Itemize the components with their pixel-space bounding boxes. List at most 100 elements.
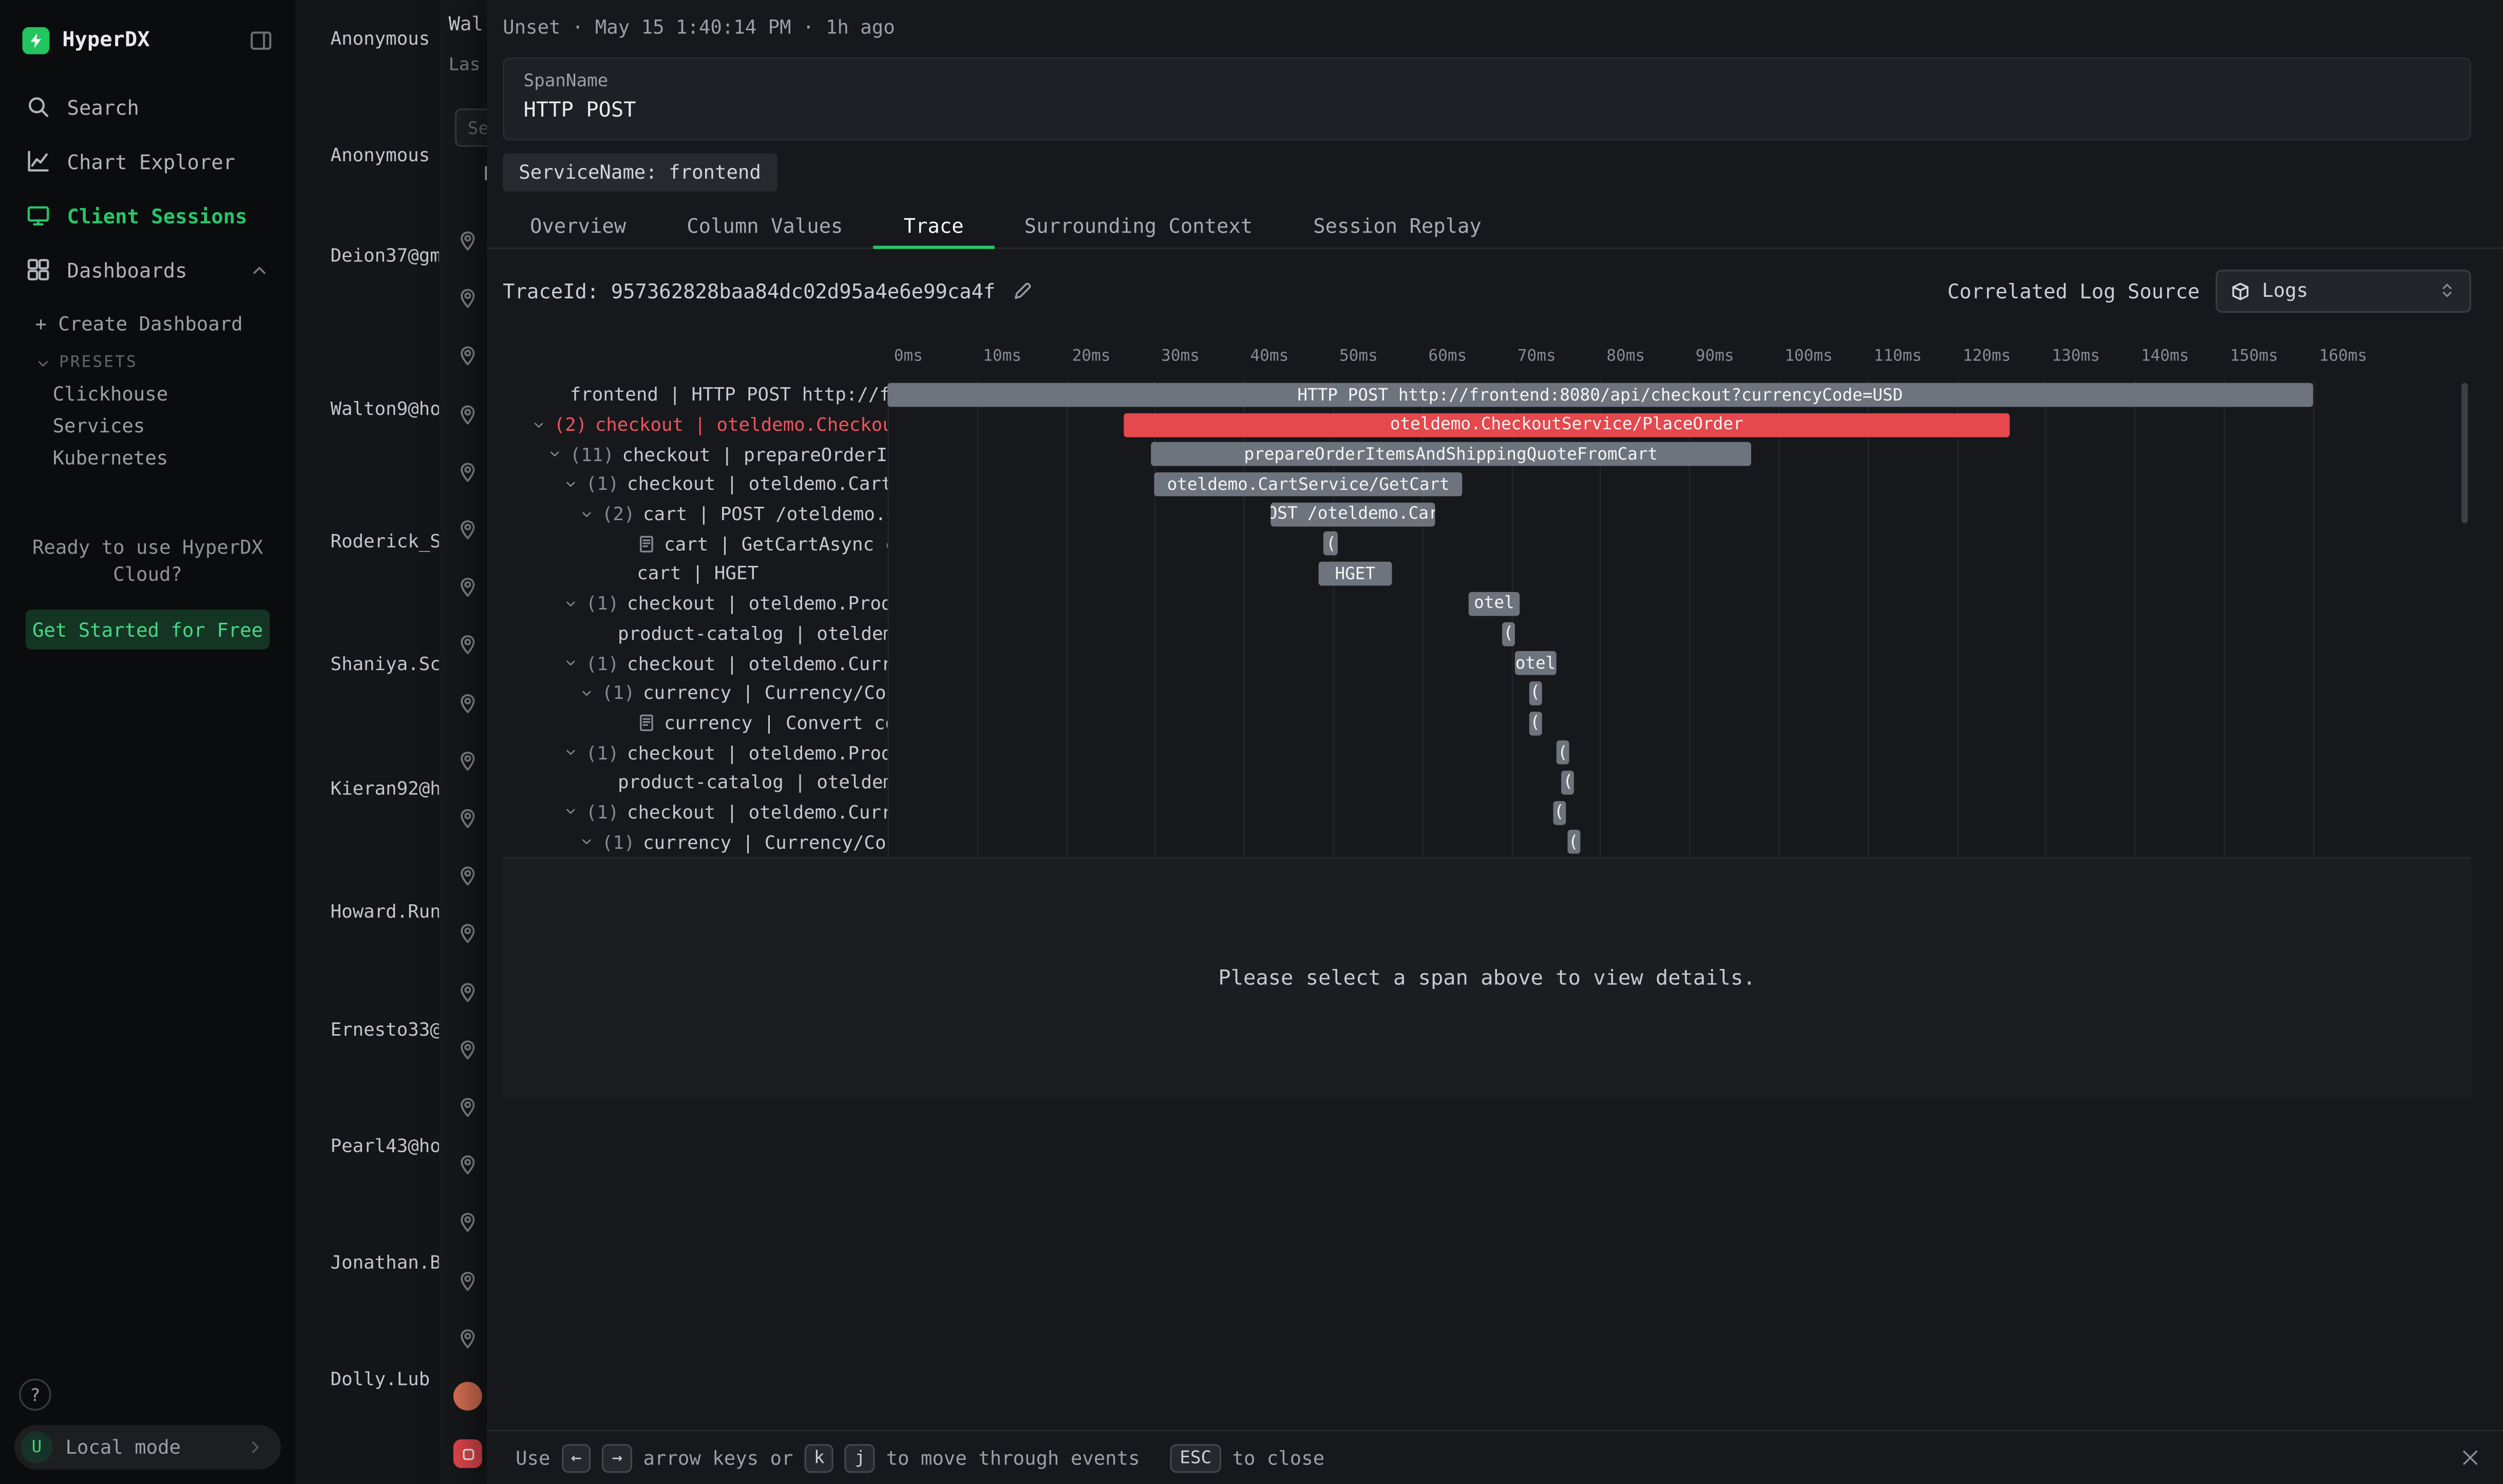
close-button[interactable] (2460, 1448, 2480, 1468)
sidebar-item-dashboards[interactable]: Dashboards (0, 242, 295, 297)
expand-chevron[interactable] (563, 805, 578, 820)
trace-span-bar[interactable]: ( (1529, 711, 1541, 735)
expand-chevron[interactable] (563, 596, 578, 611)
map-pin-marker (457, 1327, 479, 1350)
trace-span-row[interactable]: (1)checkout | oteldemo.CurrencySe…( (503, 797, 2471, 827)
service-name-chip[interactable]: ServiceName: frontend (503, 153, 777, 192)
trace-span-row[interactable]: (1)checkout | oteldemo.ProductCat… otel (503, 588, 2471, 618)
collapse-sidebar-button[interactable] (249, 28, 273, 52)
sidebar-item-chart-explorer[interactable]: Chart Explorer (0, 134, 295, 188)
avatar-badge-orange[interactable] (453, 1382, 482, 1411)
session-list-item[interactable]: Roderick_S (330, 530, 439, 553)
span-tree-cell: (1)checkout | oteldemo.ProductCat… (503, 592, 887, 615)
expand-chevron[interactable] (579, 507, 594, 521)
span-label: checkout | oteldemo.CartServic… (627, 473, 887, 496)
trace-span-bar[interactable]: POST /oteldemo.Cart (1271, 502, 1435, 526)
tab-surrounding-context[interactable]: Surrounding Context (994, 204, 1283, 248)
trace-panel-footer: Use ← → arrow keys or k j to move throug… (487, 1430, 2503, 1484)
scrollbar-thumb[interactable] (2461, 383, 2468, 523)
avatar-badge-red[interactable] (453, 1439, 482, 1468)
trace-span-row[interactable]: (11)checkout | prepareOrderItemsAnd…prep… (503, 440, 2471, 469)
app-root: HyperDX SearchChart ExplorerClient Sessi… (0, 0, 2503, 1484)
time-tick-label: 80ms (1606, 348, 1645, 365)
trace-span-bar[interactable]: prepareOrderItemsAndShippingQuoteFromCar… (1150, 443, 1752, 467)
trace-span-row[interactable]: (1)currency | Currency/Convert( (503, 678, 2471, 708)
session-list-item[interactable]: Shaniya.Sc (330, 653, 439, 675)
session-list-item[interactable]: Walton9@ho (330, 397, 439, 420)
expand-chevron[interactable] (579, 835, 594, 849)
session-list-item[interactable]: Kieran92@h (330, 777, 439, 800)
trace-span-row[interactable]: (1)checkout | oteldemo.CurrencySe… otel (503, 648, 2471, 678)
edit-trace-id-button[interactable] (1011, 280, 1032, 300)
tab-session-replay[interactable]: Session Replay (1283, 204, 1512, 248)
expand-chevron[interactable] (563, 477, 578, 491)
session-list-item[interactable]: Ernesto33@ (330, 1018, 439, 1041)
trace-span-bar[interactable]: ( (1529, 681, 1541, 706)
session-list-item[interactable]: Jonathan.B (330, 1251, 439, 1273)
trace-span-row[interactable]: cart | HGETHGET (503, 559, 2471, 588)
event-meta-line: Unset · May 15 1:40:14 PM · 1h ago (503, 16, 895, 39)
trace-span-row[interactable]: (2)checkout | oteldemo.CheckoutServic…ot… (503, 410, 2471, 440)
trace-span-bar[interactable]: ( (1502, 621, 1514, 645)
preset-item-clickhouse[interactable]: Clickhouse (0, 378, 295, 410)
create-dashboard-button[interactable]: + Create Dashboard (0, 297, 295, 341)
trace-span-bar[interactable]: otel (1468, 592, 1520, 616)
log-source-select[interactable]: Logs (2215, 269, 2471, 312)
trace-span-bar[interactable]: ( (1324, 532, 1338, 556)
trace-span-row[interactable]: currency | Convert convers…( (503, 708, 2471, 737)
session-list-item[interactable]: Anonymous (330, 27, 430, 50)
chart-explorer-icon (26, 148, 51, 174)
span-tree-cell: frontend | HTTP POST http://frontend:… (503, 384, 887, 406)
map-pin-marker (457, 865, 479, 888)
span-tree-cell: (1)checkout | oteldemo.CurrencySe… (503, 652, 887, 675)
trace-span-bar[interactable]: oteldemo.CheckoutService/PlaceOrder (1124, 413, 2010, 437)
trace-span-bar[interactable]: HGET (1319, 562, 1392, 586)
tab-trace[interactable]: Trace (873, 204, 994, 248)
trace-span-bar[interactable]: ( (1553, 801, 1565, 825)
trace-span-bar[interactable]: HTTP POST http://frontend:8080/api/check… (887, 383, 2312, 407)
tab-overview[interactable]: Overview (500, 204, 656, 248)
span-bar-cell: otel (887, 588, 2458, 618)
span-label: product-catalog | oteldemo.Prod… (618, 771, 887, 794)
map-pin-marker (457, 981, 479, 1003)
span-bar-cell: ( (887, 797, 2458, 827)
expand-chevron[interactable] (547, 447, 562, 462)
preset-item-kubernetes[interactable]: Kubernetes (0, 442, 295, 474)
trace-span-row[interactable]: (1)currency | Currency/Convert( (503, 827, 2471, 857)
preset-item-services[interactable]: Services (0, 410, 295, 442)
get-started-button[interactable]: Get Started for Free (26, 610, 270, 650)
trace-span-row[interactable]: frontend | HTTP POST http://frontend:…HT… (503, 380, 2471, 410)
session-list-item[interactable]: Anonymous (330, 144, 430, 166)
expand-chevron[interactable] (563, 656, 578, 670)
sidebar-item-client-sessions[interactable]: Client Sessions (0, 188, 295, 243)
trace-span-bar[interactable]: ( (1562, 771, 1574, 795)
session-list-item[interactable]: Dolly.Lub (330, 1367, 430, 1390)
help-button[interactable]: ? (19, 1379, 51, 1411)
trace-span-row[interactable]: (1)checkout | oteldemo.ProductCat…( (503, 737, 2471, 767)
expand-chevron[interactable] (532, 417, 546, 432)
trace-span-row[interactable]: product-catalog | oteldemo.Prod…( (503, 618, 2471, 648)
expand-chevron[interactable] (563, 745, 578, 759)
trace-span-row[interactable]: cart | GetCartAsync called…( (503, 529, 2471, 559)
search-input[interactable]: Sea (455, 108, 487, 147)
sidebar-item-search[interactable]: Search (0, 80, 295, 134)
span-bar-cell: otel (887, 648, 2458, 678)
local-mode-button[interactable]: U Local mode (14, 1425, 281, 1470)
trace-span-bar[interactable]: oteldemo.CartService/GetCart (1155, 472, 1462, 497)
empty-details-message: Please select a span above to view detai… (1218, 966, 1755, 991)
log-icon (637, 713, 656, 732)
trace-span-row[interactable]: product-catalog | oteldemo.Prod… ( (503, 768, 2471, 797)
session-title-fragment: Wal (448, 13, 483, 35)
session-list-item[interactable]: Pearl43@ho (330, 1134, 439, 1157)
tab-column-values[interactable]: Column Values (656, 204, 873, 248)
expand-chevron[interactable] (579, 686, 594, 700)
trace-span-bar[interactable]: ( (1567, 830, 1580, 854)
session-list-item[interactable]: Howard.Run (330, 900, 439, 923)
presets-list: ClickhouseServicesKubernetes (0, 378, 295, 473)
session-list-item[interactable]: Deion37@gm (330, 244, 439, 267)
trace-span-bar[interactable]: otel (1514, 651, 1556, 675)
trace-span-bar[interactable]: ( (1557, 741, 1569, 765)
presets-header[interactable]: PRESETS (0, 341, 295, 378)
trace-span-row[interactable]: (2)cart | POST /oteldemo.CartSe…POST /ot… (503, 499, 2471, 529)
trace-span-row[interactable]: (1)checkout | oteldemo.CartServic…otelde… (503, 469, 2471, 499)
